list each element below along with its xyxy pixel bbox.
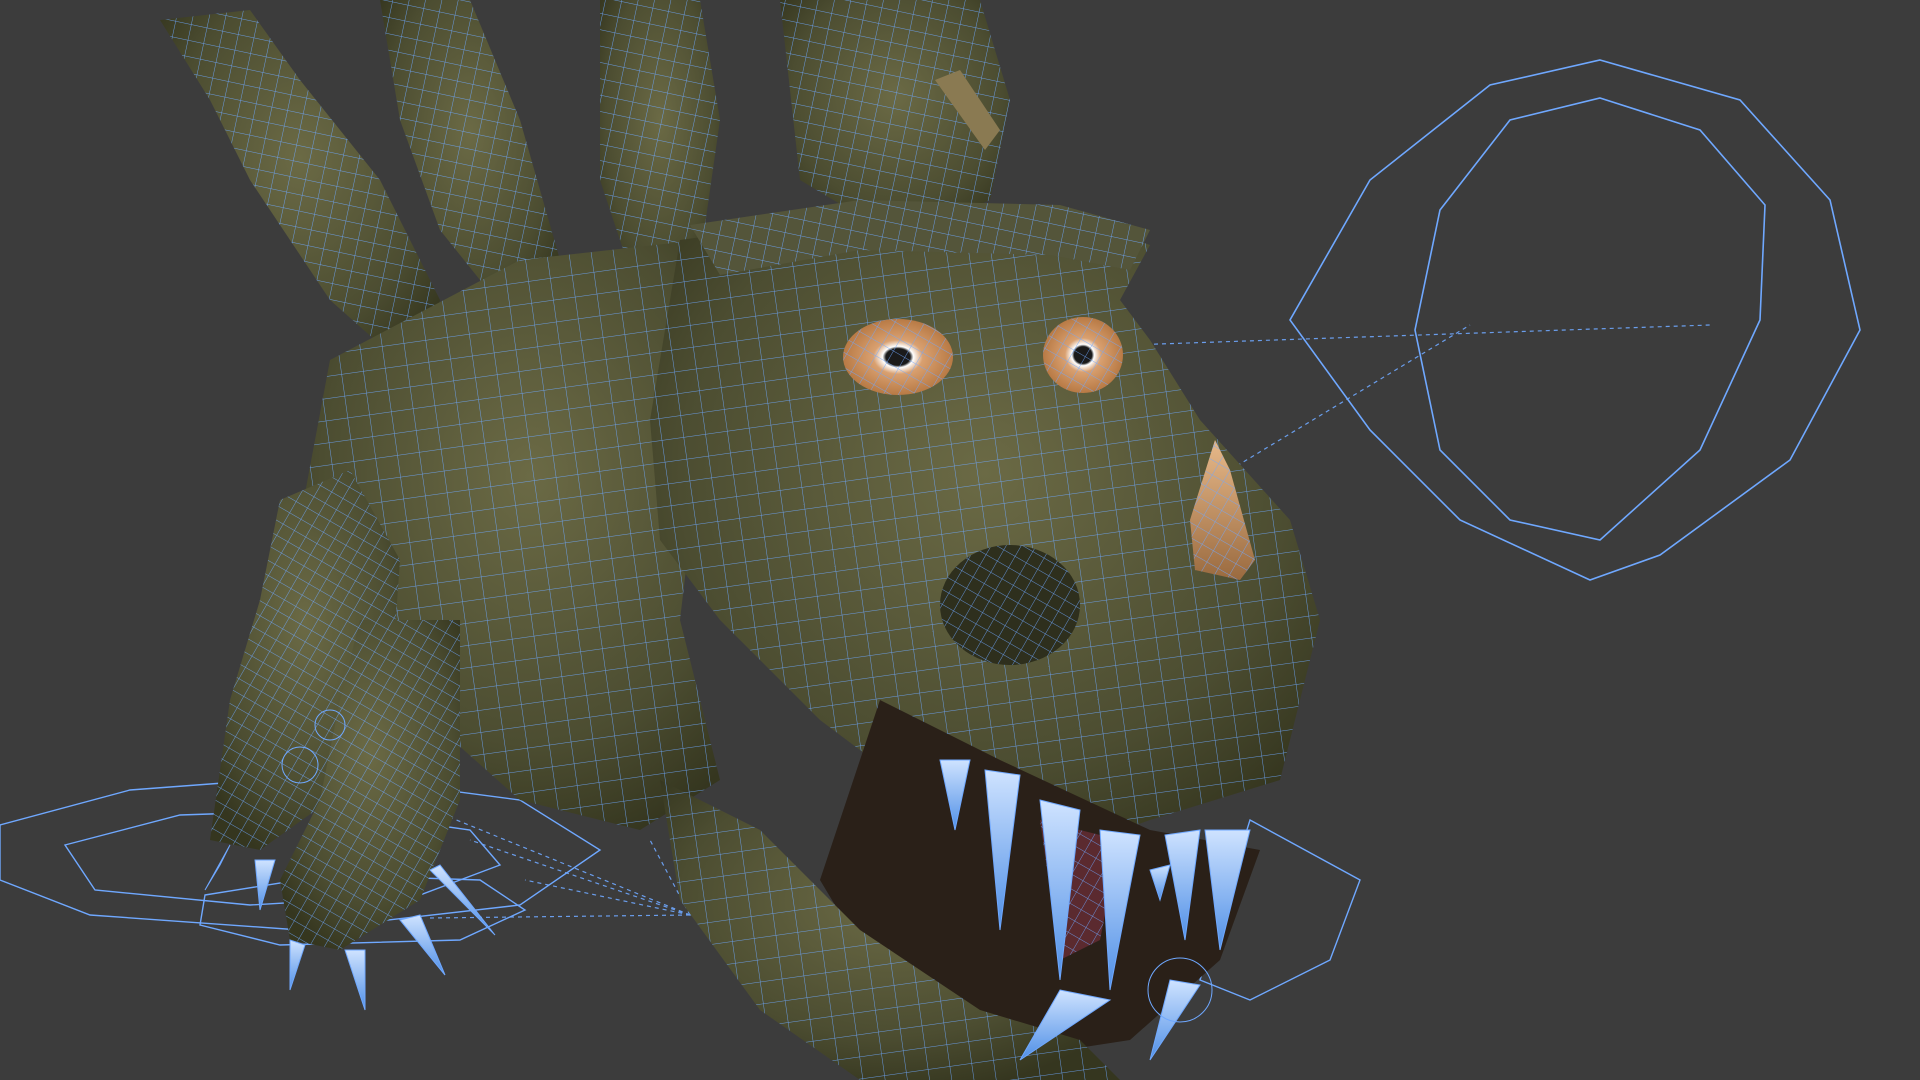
scene-canvas[interactable] <box>0 0 1920 1080</box>
3d-viewport[interactable] <box>0 0 1920 1080</box>
head-control[interactable] <box>1289 59 1861 581</box>
dragon-model[interactable] <box>160 0 1320 1080</box>
